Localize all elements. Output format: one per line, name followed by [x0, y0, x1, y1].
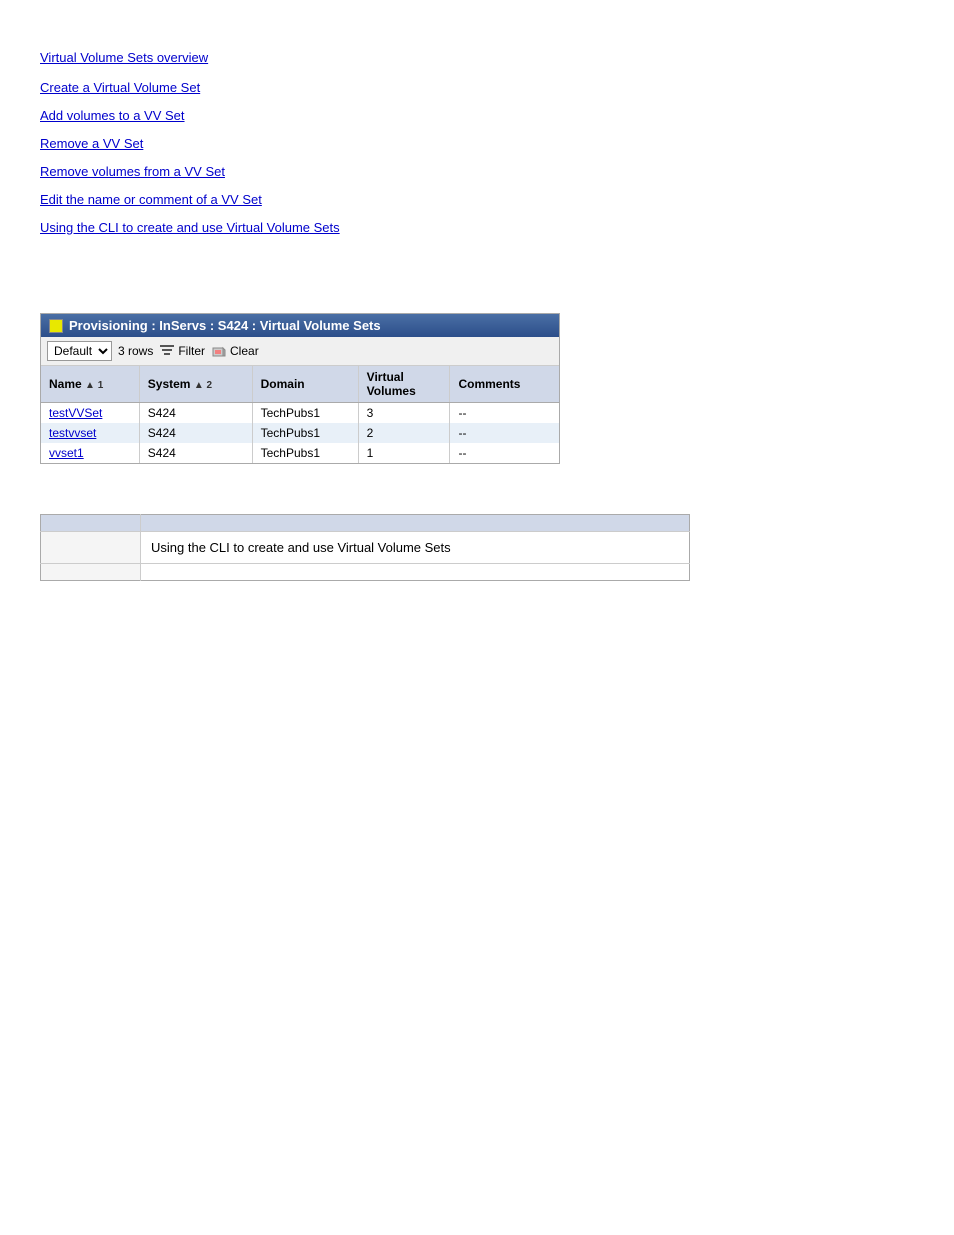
cell-comments-1: --: [450, 423, 559, 443]
links-list: Create a Virtual Volume Set Add volumes …: [40, 75, 914, 241]
cell-volumes-2: 1: [358, 443, 450, 463]
info-cli-link[interactable]: Using the CLI to create and use Virtual …: [151, 540, 451, 555]
sort-name: ▲ 1: [85, 380, 103, 391]
vvset-link-1[interactable]: testvvset: [49, 426, 96, 440]
panel-title-bar: Provisioning : InServs : S424 : Virtual …: [41, 314, 559, 337]
table-row: vvset1 S424 TechPubs1 1 --: [41, 443, 559, 463]
info-link-value: Using the CLI to create and use Virtual …: [141, 532, 690, 564]
info-link-label: [41, 532, 141, 564]
col-name[interactable]: Name ▲ 1: [41, 366, 139, 403]
cell-volumes-1: 2: [358, 423, 450, 443]
cell-domain-0: TechPubs1: [252, 403, 358, 424]
panel-toolbar: Default 3 rows Filter: [41, 337, 559, 366]
link-add-volumes[interactable]: Add volumes to a VV Set: [40, 103, 914, 129]
col-system[interactable]: System ▲ 2: [139, 366, 252, 403]
cell-volumes-0: 3: [358, 403, 450, 424]
clear-label: Clear: [230, 344, 259, 358]
info-row-link: Using the CLI to create and use Virtual …: [41, 532, 690, 564]
clear-icon: [211, 344, 227, 358]
info-row-header: [41, 515, 690, 532]
clear-button[interactable]: Clear: [211, 344, 259, 358]
cell-domain-2: TechPubs1: [252, 443, 358, 463]
info-table: Using the CLI to create and use Virtual …: [40, 514, 690, 581]
info-row3-value: [141, 564, 690, 581]
vvset-link-0[interactable]: testVVSet: [49, 406, 102, 420]
vvset-link-2[interactable]: vvset1: [49, 446, 84, 460]
col-volumes[interactable]: VirtualVolumes: [358, 366, 450, 403]
link-remove-vvset[interactable]: Remove a VV Set: [40, 131, 914, 157]
top-overview-link[interactable]: Virtual Volume Sets overview: [40, 50, 208, 65]
col-virtual-volumes-label: VirtualVolumes: [367, 370, 416, 398]
cell-comments-2: --: [450, 443, 559, 463]
table-row: testVVSet S424 TechPubs1 3 --: [41, 403, 559, 424]
table-header-row: Name ▲ 1 System ▲ 2 Domain VirtualVolume…: [41, 366, 559, 403]
vvset-panel-window: Provisioning : InServs : S424 : Virtual …: [40, 313, 560, 464]
link-cli-vvset[interactable]: Using the CLI to create and use Virtual …: [40, 215, 914, 241]
cell-name-2: vvset1: [41, 443, 139, 463]
col-comments[interactable]: Comments: [450, 366, 559, 403]
cell-system-2: S424: [139, 443, 252, 463]
cell-comments-0: --: [450, 403, 559, 424]
cell-system-0: S424: [139, 403, 252, 424]
cell-name-1: testvvset: [41, 423, 139, 443]
vvset-table: Name ▲ 1 System ▲ 2 Domain VirtualVolume…: [41, 366, 559, 463]
filter-label: Filter: [178, 344, 205, 358]
view-select[interactable]: Default: [47, 341, 112, 361]
panel-title-text: Provisioning : InServs : S424 : Virtual …: [69, 318, 381, 333]
sort-system: ▲ 2: [194, 380, 212, 391]
table-row: testvvset S424 TechPubs1 2 --: [41, 423, 559, 443]
cell-name-0: testVVSet: [41, 403, 139, 424]
info-header-value: [141, 515, 690, 532]
link-remove-volumes[interactable]: Remove volumes from a VV Set: [40, 159, 914, 185]
cell-system-1: S424: [139, 423, 252, 443]
filter-icon: [159, 344, 175, 358]
cell-domain-1: TechPubs1: [252, 423, 358, 443]
filter-button[interactable]: Filter: [159, 344, 205, 358]
info-header-label: [41, 515, 141, 532]
link-create-vvset[interactable]: Create a Virtual Volume Set: [40, 75, 914, 101]
info-row3-label: [41, 564, 141, 581]
info-row-3: [41, 564, 690, 581]
col-domain[interactable]: Domain: [252, 366, 358, 403]
rows-count: 3 rows: [118, 344, 153, 358]
link-edit-vvset[interactable]: Edit the name or comment of a VV Set: [40, 187, 914, 213]
panel-title-icon: [49, 319, 63, 333]
